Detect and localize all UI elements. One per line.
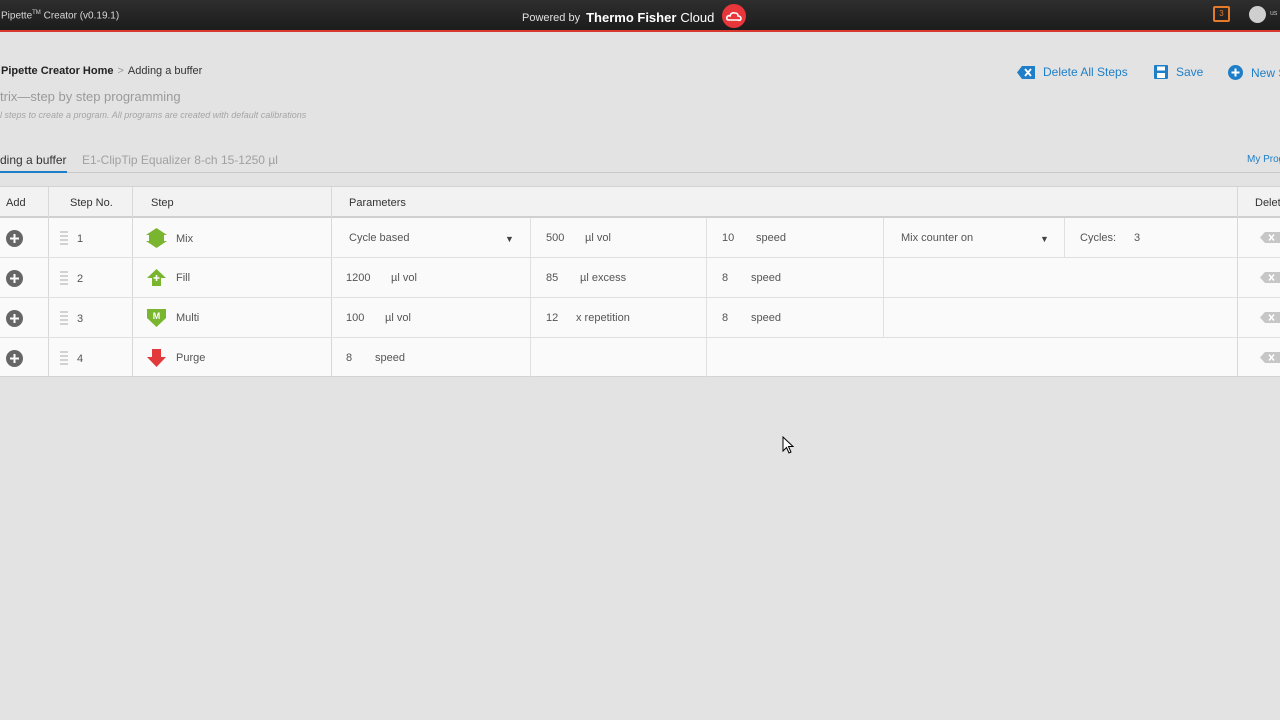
table-header: Add Step No. Step Parameters Delet <box>0 187 1280 218</box>
step-name: Fill <box>176 272 191 284</box>
table-row: 3 M Multi 100 µl vol 12 x repetition 8 s… <box>0 298 1280 338</box>
table-row: 1 Mix Cycle based ▼ 500 µl vol 10 speed … <box>0 218 1280 258</box>
add-step-icon[interactable] <box>6 310 23 327</box>
table-row: 4 Purge 8 speed <box>0 338 1280 378</box>
cycles-value[interactable]: 3 <box>1134 232 1140 244</box>
delete-all-steps-button[interactable]: Delete All Steps <box>1017 65 1128 79</box>
brand-cloud: Cloud <box>680 10 715 25</box>
save-icon <box>1154 65 1168 79</box>
notification-icon[interactable]: 3 <box>1213 6 1230 22</box>
add-step-icon[interactable] <box>6 350 23 367</box>
powered-by: Powered by Thermo Fisher Cloud <box>522 4 747 28</box>
mix-icon <box>146 228 167 248</box>
step-name: Multi <box>176 312 200 324</box>
globe-icon[interactable] <box>1249 6 1266 23</box>
param-value[interactable]: 500 <box>546 232 564 244</box>
add-step-icon[interactable] <box>6 270 23 287</box>
purge-icon <box>147 349 166 367</box>
breadcrumb-separator: > <box>117 65 124 77</box>
powered-by-label: Powered by <box>522 11 581 24</box>
delete-all-label: Delete All Steps <box>1043 65 1128 79</box>
trademark: TM <box>32 10 41 16</box>
delete-step-icon[interactable] <box>1260 352 1280 363</box>
breadcrumb-home[interactable]: Pipette Creator Home <box>1 65 113 77</box>
delete-all-icon <box>1017 65 1035 79</box>
breadcrumb: Pipette Creator Home > Adding a buffer <box>1 65 202 77</box>
delete-step-icon[interactable] <box>1260 272 1280 283</box>
step-name: Purge <box>176 352 206 364</box>
new-step-button[interactable]: New S <box>1228 65 1280 80</box>
svg-text:M: M <box>153 311 161 321</box>
param-value[interactable]: 1200 <box>346 272 370 284</box>
my-programs-link[interactable]: My Prog <box>1247 154 1280 165</box>
tab-program[interactable]: ding a buffer <box>0 153 67 173</box>
program-tabs: ding a buffer E1-ClipTip Equalizer 8-ch … <box>0 153 1280 173</box>
app-version: Creator (v0.19.1) <box>43 10 120 22</box>
cycles-label: Cycles: <box>1080 232 1117 244</box>
step-number: 1 <box>77 233 84 245</box>
app-title: PipetteTM Creator (v0.19.1) <box>1 10 119 21</box>
chevron-down-icon[interactable]: ▼ <box>505 234 514 244</box>
breadcrumb-current: Adding a buffer <box>127 65 203 77</box>
header-parameters: Parameters <box>349 197 406 209</box>
step-number: 4 <box>77 353 84 365</box>
header-step: Step <box>151 197 174 209</box>
step-name: Mix <box>176 233 194 245</box>
multi-icon: M <box>147 309 166 327</box>
delete-step-icon[interactable] <box>1260 312 1280 323</box>
param-unit: µl vol <box>391 272 417 284</box>
save-button[interactable]: Save <box>1154 65 1203 79</box>
chevron-down-icon[interactable]: ▼ <box>1040 234 1049 244</box>
param-unit: speed <box>751 272 781 284</box>
page-subtitle: trix—step by step programming <box>0 89 181 104</box>
param-unit: speed <box>375 352 405 364</box>
fill-icon <box>147 269 166 286</box>
param-unit: µl excess <box>580 272 627 284</box>
param-unit: speed <box>756 232 786 244</box>
plus-circle-icon <box>1228 65 1243 80</box>
mouse-cursor-icon <box>782 436 794 454</box>
param-unit: µl vol <box>385 312 411 324</box>
user-label[interactable]: us <box>1270 10 1277 17</box>
param-unit: speed <box>751 312 781 324</box>
table-row: 2 Fill 1200 µl vol 85 µl excess 8 speed <box>0 258 1280 298</box>
drag-handle-icon[interactable] <box>59 230 69 246</box>
header-add: Add <box>6 197 26 209</box>
pipette-description: E1-ClipTip Equalizer 8-ch 15-1250 µl <box>82 153 278 167</box>
param-value[interactable]: 10 <box>722 232 734 244</box>
add-step-icon[interactable] <box>6 230 23 247</box>
mix-counter-select[interactable]: Mix counter on <box>901 232 973 244</box>
param-unit: x repetition <box>576 312 630 324</box>
cloud-logo-icon <box>722 4 747 28</box>
param-value[interactable]: 100 <box>346 312 364 324</box>
param-value[interactable]: 8 <box>722 272 728 284</box>
drag-handle-icon[interactable] <box>59 310 69 326</box>
header-step-no: Step No. <box>70 197 113 209</box>
drag-handle-icon[interactable] <box>59 350 69 366</box>
drag-handle-icon[interactable] <box>59 270 69 286</box>
param-value[interactable]: 85 <box>546 272 558 284</box>
app-name: Pipette <box>1 10 33 22</box>
step-number: 2 <box>77 273 84 285</box>
step-number: 3 <box>77 313 84 325</box>
param-value[interactable]: 8 <box>722 312 728 324</box>
param-value[interactable]: 12 <box>546 312 558 324</box>
param-unit: µl vol <box>585 232 611 244</box>
top-bar: PipetteTM Creator (v0.19.1) Powered by T… <box>0 0 1280 32</box>
new-label: New S <box>1251 65 1280 80</box>
header-delete: Delet <box>1255 197 1280 209</box>
mix-mode-select[interactable]: Cycle based <box>349 232 410 244</box>
page-hint: l steps to create a program. All program… <box>0 110 307 120</box>
delete-step-icon[interactable] <box>1260 232 1280 243</box>
param-value[interactable]: 8 <box>346 352 352 364</box>
brand-name: Thermo Fisher <box>586 10 677 25</box>
save-label: Save <box>1176 65 1204 79</box>
steps-table: Add Step No. Step Parameters Delet 1 Mix… <box>0 186 1280 378</box>
